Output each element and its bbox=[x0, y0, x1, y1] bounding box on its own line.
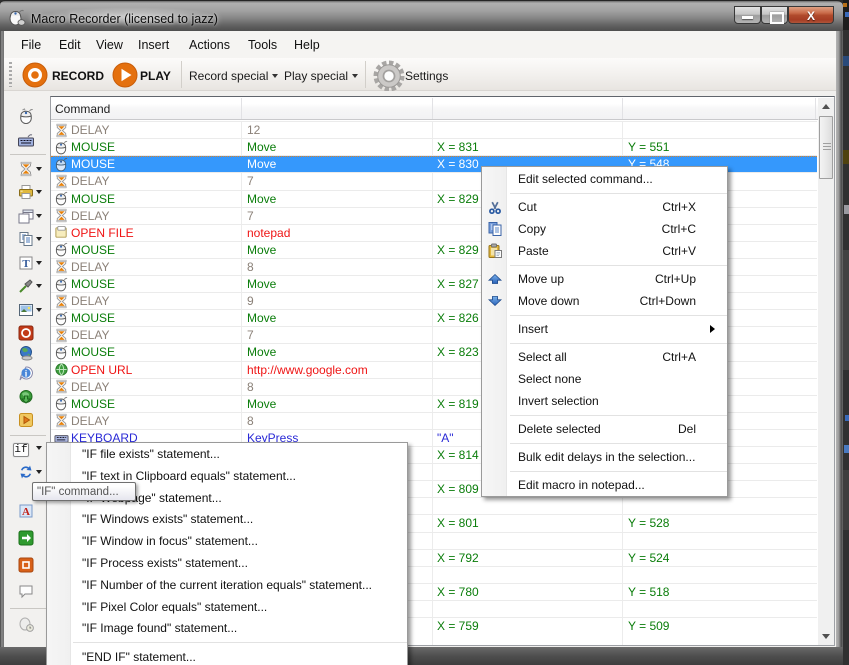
svg-text:A: A bbox=[22, 506, 30, 518]
svg-text:T: T bbox=[22, 258, 30, 270]
